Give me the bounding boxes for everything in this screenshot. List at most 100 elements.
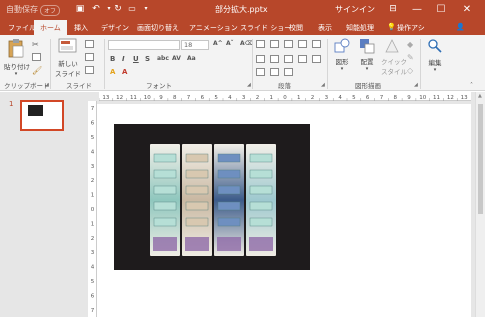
quick-styles-button[interactable]: クイック スタイル [381,38,407,76]
ruler-label: 5 [91,279,95,285]
clipboard-expand-icon[interactable]: ◢ [45,82,49,88]
align-left-icon[interactable] [256,55,265,63]
ticket-photo[interactable] [114,124,310,270]
format-painter-icon[interactable]: 🖌 [32,66,42,75]
font-expand-icon[interactable]: ◢ [247,82,251,88]
line-spacing-icon[interactable] [312,40,321,48]
editing-button[interactable]: 編集 ▾ [424,38,446,73]
tab-slideshow[interactable]: スライド ショー [240,23,291,33]
decrease-indent-icon[interactable] [284,40,293,48]
tab-transitions[interactable]: 画面切り替え [137,23,179,33]
paragraph-group-label: 段落 [278,82,291,90]
vertical-scrollbar[interactable]: ▲ [475,92,485,317]
tab-insert[interactable]: 挿入 [74,23,88,33]
ruler-label: 12 [447,95,454,101]
paste-button[interactable]: 貼り付け ▾ [4,38,30,77]
ruler-label: 5 [214,95,218,101]
lightbulb-icon: 💡 [387,23,396,31]
justify-icon[interactable] [298,55,307,63]
font-name-box[interactable] [108,40,180,50]
thumbnail-image [28,105,43,116]
ruler-label: 12 [116,95,123,101]
collapse-ribbon-icon[interactable]: ˄ [470,82,473,89]
horizontal-ruler: 13 12 11 10 9 8 7 6 5 4 3 2 1 0 1 2 3 4 5 6 7 8 9 10 11 12 13 [98,92,471,101]
save-icon[interactable]: ▣ [74,3,86,15]
chevron-down-icon: ▾ [365,66,369,72]
align-right-icon[interactable] [284,55,293,63]
tab-design[interactable]: デザイン [101,23,129,33]
tab-animations[interactable]: アニメーション [189,23,238,33]
spacing-icon[interactable]: AV [172,55,181,62]
slide-thumbnail[interactable] [20,100,64,131]
text-direction-icon[interactable] [256,68,265,76]
tab-view[interactable]: 表示 [318,23,332,33]
shrink-font-icon[interactable]: Aˇ [226,40,234,47]
minimize-button[interactable]: — [406,1,428,18]
cut-icon[interactable]: ✂ [32,40,41,49]
autosave-label[interactable]: 自動保存 [6,4,38,15]
font-size-box[interactable]: 18 [181,40,209,50]
tab-review[interactable]: 校閲 [289,23,303,33]
close-button[interactable]: ✕ [456,1,478,18]
highlight-icon[interactable]: A [110,68,115,76]
arrange-button[interactable]: 配置 ▾ [357,38,377,72]
shape-fill-icon[interactable]: ◆ [407,40,416,49]
layout-icon[interactable] [85,40,94,48]
tab-file[interactable]: ファイル [8,23,36,33]
customize-qat-icon[interactable]: ▾ [140,3,152,15]
italic-icon[interactable]: I [122,55,125,63]
bold-icon[interactable]: B [110,55,115,63]
tell-me-box[interactable]: 操作アシ [397,23,425,33]
ruler-label: 9 [407,95,411,101]
tab-knowledge[interactable]: 知能処理 [346,23,374,33]
paragraph-expand-icon[interactable]: ◢ [321,82,325,88]
reset-icon[interactable] [85,53,94,61]
font-color-icon[interactable]: A [122,68,127,76]
signin-link[interactable]: サインイン [335,4,375,15]
strikethrough-icon[interactable]: abc [157,55,169,62]
clipboard-group-label: クリップボード [4,82,50,90]
scrollbar-thumb[interactable] [478,104,483,214]
autosave-toggle[interactable]: オフ [40,5,61,16]
redo-icon[interactable]: ↻ [112,3,124,15]
copy-icon[interactable] [32,53,41,61]
maximize-button[interactable]: ☐ [430,1,452,18]
scroll-up-icon[interactable]: ▲ [478,93,482,99]
shapes-button[interactable]: 図形 ▾ [332,38,352,72]
numbering-icon[interactable] [270,40,279,48]
grow-font-icon[interactable]: A^ [213,40,223,47]
tab-home[interactable]: ホーム [34,20,67,35]
columns-icon[interactable] [312,55,321,63]
chevron-down-icon: ▾ [14,71,18,77]
ribbon-separator [252,39,253,89]
smartart-icon[interactable] [284,68,293,76]
ribbon-options-icon[interactable]: ⊟ [382,1,404,18]
ticket-stamp [249,237,273,251]
ruler-label: 11 [433,95,440,101]
section-icon[interactable] [85,66,94,74]
slideshow-icon[interactable]: ▭ [126,3,138,15]
ruler-label: 3 [91,164,95,170]
ribbon-separator [420,39,421,89]
increase-indent-icon[interactable] [298,40,307,48]
clipboard-icon [8,39,24,58]
change-case-icon[interactable]: Aa [187,55,196,62]
shape-effects-icon[interactable]: ◇ [407,66,416,75]
drawing-expand-icon[interactable]: ◢ [414,82,418,88]
align-center-icon[interactable] [270,55,279,63]
ticket-stripe [185,201,209,211]
share-icon[interactable]: 👤 [456,23,465,31]
undo-icon[interactable]: ↶ [90,3,102,15]
ribbon-separator [50,39,51,89]
new-slide-button[interactable]: 新しい スライド [54,38,82,78]
ruler-label: 2 [91,236,95,242]
ticket-stripe [217,217,241,227]
ruler-label: 7 [187,95,191,101]
shape-outline-icon[interactable]: ✎ [407,53,416,62]
ticket-stamp [217,237,241,251]
bullets-icon[interactable] [256,40,265,48]
underline-icon[interactable]: U [133,55,139,63]
align-text-icon[interactable] [270,68,279,76]
shadow-icon[interactable]: S [145,55,150,63]
quick-styles-label-2: スタイル [381,68,407,76]
